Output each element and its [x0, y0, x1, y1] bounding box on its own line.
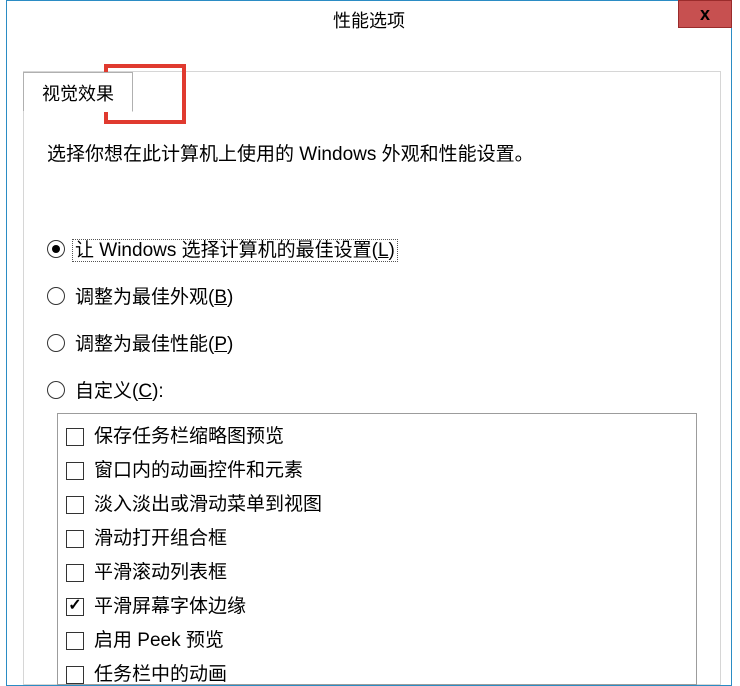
check-label: 窗口内的动画控件和元素: [94, 454, 303, 488]
check-item-3[interactable]: 滑动打开组合框: [66, 522, 688, 556]
settings-listbox[interactable]: 保存任务栏缩略图预览窗口内的动画控件和元素淡入淡出或滑动菜单到视图滑动打开组合框…: [57, 413, 697, 685]
close-button[interactable]: x: [678, 0, 732, 28]
tab-label: 视觉效果: [42, 80, 114, 106]
check-item-5[interactable]: 平滑屏幕字体边缘: [66, 590, 688, 624]
radio-best-performance[interactable]: 调整为最佳性能(P): [47, 329, 395, 356]
radio-best-appearance[interactable]: 调整为最佳外观(B): [47, 282, 395, 309]
checkbox[interactable]: [66, 598, 84, 616]
check-item-2[interactable]: 淡入淡出或滑动菜单到视图: [66, 488, 688, 522]
radio-custom[interactable]: 自定义(C):: [47, 376, 395, 403]
radio-indicator: [47, 381, 65, 399]
checkbox[interactable]: [66, 462, 84, 480]
check-item-4[interactable]: 平滑滚动列表框: [66, 556, 688, 590]
checkbox[interactable]: [66, 428, 84, 446]
checkbox[interactable]: [66, 632, 84, 650]
radio-indicator: [47, 287, 65, 305]
radio-let-windows[interactable]: 让 Windows 选择计算机的最佳设置(L): [47, 235, 395, 262]
check-label: 平滑屏幕字体边缘: [94, 590, 246, 624]
radio-indicator: [47, 334, 65, 352]
checkbox[interactable]: [66, 530, 84, 548]
close-icon: x: [700, 4, 710, 25]
radio-indicator: [47, 240, 65, 258]
description-text: 选择你想在此计算机上使用的 Windows 外观和性能设置。: [47, 139, 534, 166]
check-label: 保存任务栏缩略图预览: [94, 420, 284, 454]
check-item-7[interactable]: 任务栏中的动画: [66, 658, 688, 685]
tab-visual-effects[interactable]: 视觉效果: [23, 72, 133, 112]
check-label: 任务栏中的动画: [94, 658, 227, 685]
window-title: 性能选项: [7, 7, 731, 33]
check-item-6[interactable]: 启用 Peek 预览: [66, 624, 688, 658]
check-label: 启用 Peek 预览: [94, 624, 224, 658]
performance-options-window: 性能选项 x 视觉效果 高级 数据执行保护 选择你想在此计算机上使用的 Wind…: [6, 0, 732, 686]
titlebar: 性能选项: [7, 1, 731, 37]
check-item-0[interactable]: 保存任务栏缩略图预览: [66, 420, 688, 454]
checkbox[interactable]: [66, 496, 84, 514]
radio-group: 让 Windows 选择计算机的最佳设置(L) 调整为最佳外观(B) 调整为最佳…: [47, 235, 395, 423]
check-label: 滑动打开组合框: [94, 522, 227, 556]
check-label: 平滑滚动列表框: [94, 556, 227, 590]
check-label: 淡入淡出或滑动菜单到视图: [94, 488, 322, 522]
checkbox[interactable]: [66, 564, 84, 582]
check-item-1[interactable]: 窗口内的动画控件和元素: [66, 454, 688, 488]
checkbox[interactable]: [66, 666, 84, 684]
